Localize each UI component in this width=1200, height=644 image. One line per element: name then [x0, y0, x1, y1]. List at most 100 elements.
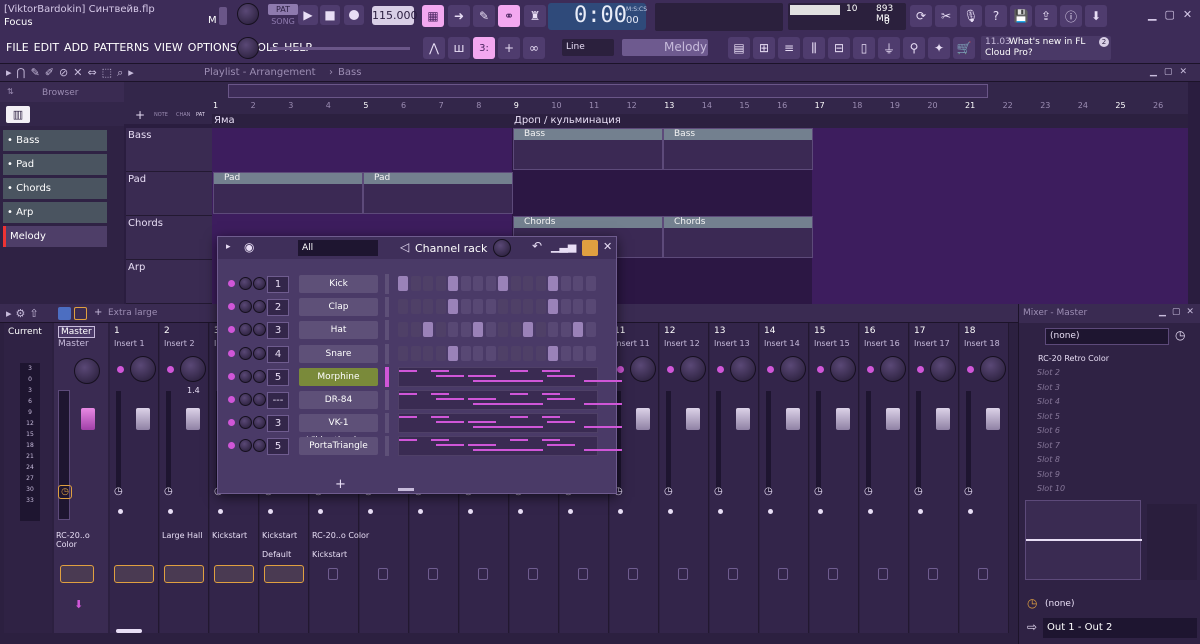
channel-name-button[interactable]: Snare [299, 344, 378, 363]
route-led[interactable] [167, 366, 174, 373]
step-button[interactable] [498, 276, 508, 291]
channel-pan-knob[interactable] [253, 346, 266, 360]
step-button[interactable] [473, 276, 483, 291]
piano-icon[interactable]: ▥ [6, 106, 30, 123]
channel-name-button[interactable]: DR-84 [299, 391, 378, 409]
slot-1[interactable]: RC-20 Retro Color [1029, 351, 1189, 366]
mixer-track-number[interactable]: 4 [267, 345, 289, 363]
volume-fader[interactable] [936, 408, 950, 430]
mixer-tools[interactable]: ▸⚙⇧ [6, 307, 43, 320]
mixer-track-number[interactable]: 3 [267, 322, 289, 340]
channel-pan-knob[interactable] [253, 416, 266, 430]
piano-roll-preview[interactable] [398, 413, 622, 434]
fx-led[interactable] [218, 509, 223, 514]
main-knob[interactable] [237, 37, 259, 59]
step-button[interactable] [460, 345, 471, 361]
channel-name-button[interactable]: PortaTriangle [299, 437, 378, 456]
marker-yama[interactable]: Яма [214, 115, 235, 126]
eq-display[interactable] [1025, 500, 1142, 580]
volume-fader[interactable] [636, 408, 650, 430]
magnet-icon[interactable]: ⋂ [17, 66, 31, 79]
step-button[interactable] [560, 276, 571, 291]
channel-volume-knob[interactable] [239, 393, 252, 406]
mute-icon[interactable]: ✕ [73, 66, 87, 79]
preset-selector[interactable]: (none) [1045, 328, 1169, 345]
pattern-selector[interactable]: Melody [622, 39, 708, 56]
add-channel-icon[interactable]: + [335, 477, 346, 492]
pan-knob[interactable] [830, 356, 856, 382]
playlist-button[interactable]: ▤ [728, 37, 750, 59]
rack-arrow-icon[interactable]: ▸ [226, 242, 231, 252]
overview-scroll[interactable] [228, 84, 988, 98]
mixer-scrollbar[interactable] [116, 629, 142, 633]
undo-history-button[interactable]: ⟳ [910, 5, 932, 27]
route-led[interactable] [667, 366, 674, 373]
volume-fader[interactable] [686, 408, 700, 430]
slot-item[interactable]: Slot 3 [1028, 381, 1194, 395]
cut-button[interactable]: ✂ [935, 5, 957, 27]
channel-select-bar[interactable] [385, 366, 389, 387]
insert-strip[interactable]: 18 Insert 18 ◷ [960, 323, 1009, 633]
master-fader[interactable] [81, 408, 95, 430]
channel-pan-knob[interactable] [253, 393, 266, 406]
channel-led[interactable] [228, 326, 235, 334]
step-button[interactable] [573, 299, 583, 315]
channel-volume-knob[interactable] [239, 323, 252, 337]
channel-led[interactable] [228, 396, 235, 403]
fx-led[interactable] [568, 509, 573, 514]
delete-icon[interactable]: ⊘ [59, 66, 73, 79]
fx-led[interactable] [868, 509, 873, 514]
volume-fader[interactable] [886, 408, 900, 430]
zoom-icon[interactable]: ⌕ [117, 66, 128, 79]
step-button[interactable] [448, 345, 458, 361]
clock-icon[interactable]: ◷ [814, 486, 823, 497]
song-mode-button[interactable]: SONG [268, 16, 298, 27]
rack-scrollbar[interactable] [398, 488, 414, 491]
record-audio-button[interactable]: 🎙 [960, 5, 982, 27]
slot-item[interactable]: Slot 5 [1028, 410, 1194, 424]
info-button[interactable]: ⓘ [1060, 5, 1082, 27]
channel-select-bar[interactable] [385, 297, 389, 318]
insert-strip[interactable]: 2 Insert 2 ◷ [160, 323, 209, 633]
clock-icon[interactable]: ◷ [764, 486, 773, 497]
step-button[interactable] [423, 299, 433, 315]
fx-led[interactable] [318, 509, 323, 514]
fx-led[interactable] [668, 509, 673, 514]
stop-button[interactable]: ■ [320, 5, 340, 25]
pan-knob[interactable] [980, 356, 1006, 382]
step-button[interactable] [485, 322, 496, 338]
step-button[interactable] [485, 276, 496, 291]
step-button[interactable] [535, 276, 546, 291]
fx-led[interactable] [118, 509, 123, 514]
slot-item[interactable]: Slot 7 [1028, 439, 1194, 453]
volume-fader[interactable] [786, 408, 800, 430]
channel-select-bar[interactable] [385, 343, 389, 364]
step-button[interactable] [535, 322, 546, 338]
tab-chan[interactable]: CHAN [176, 112, 190, 118]
clock-icon[interactable]: ◷ [864, 486, 873, 497]
rack-swing-knob[interactable] [493, 239, 511, 257]
channel-pan-knob[interactable] [253, 323, 266, 337]
arrow-icon[interactable]: ▸ [6, 66, 17, 79]
channel-rack-button[interactable]: ⊞ [753, 37, 775, 59]
maximize-icon[interactable]: ▢ [1164, 8, 1182, 21]
send-knob[interactable] [164, 565, 204, 583]
record-button[interactable] [344, 5, 364, 25]
fx-led[interactable] [768, 509, 773, 514]
channel-pan-knob[interactable] [253, 300, 266, 314]
undo-icon[interactable]: ↶ [532, 239, 542, 253]
step-button[interactable] [448, 322, 458, 338]
volume-fader[interactable] [136, 408, 150, 430]
route-led[interactable] [717, 366, 724, 373]
metronome-button[interactable]: ▦ [422, 5, 444, 27]
piano-roll-preview[interactable] [398, 366, 622, 387]
eq-preset[interactable]: (none) [1023, 594, 1199, 614]
pan-knob[interactable] [130, 356, 156, 382]
channel-name-button[interactable]: Hat [299, 321, 378, 340]
send-knob[interactable] [428, 568, 438, 580]
clip-pad[interactable]: Pad [213, 172, 363, 214]
wait-input-button[interactable]: ⚭ [498, 5, 520, 27]
mixer-track-number[interactable]: 5 [267, 368, 289, 386]
step-button[interactable] [398, 345, 408, 361]
step-button[interactable] [398, 276, 408, 291]
